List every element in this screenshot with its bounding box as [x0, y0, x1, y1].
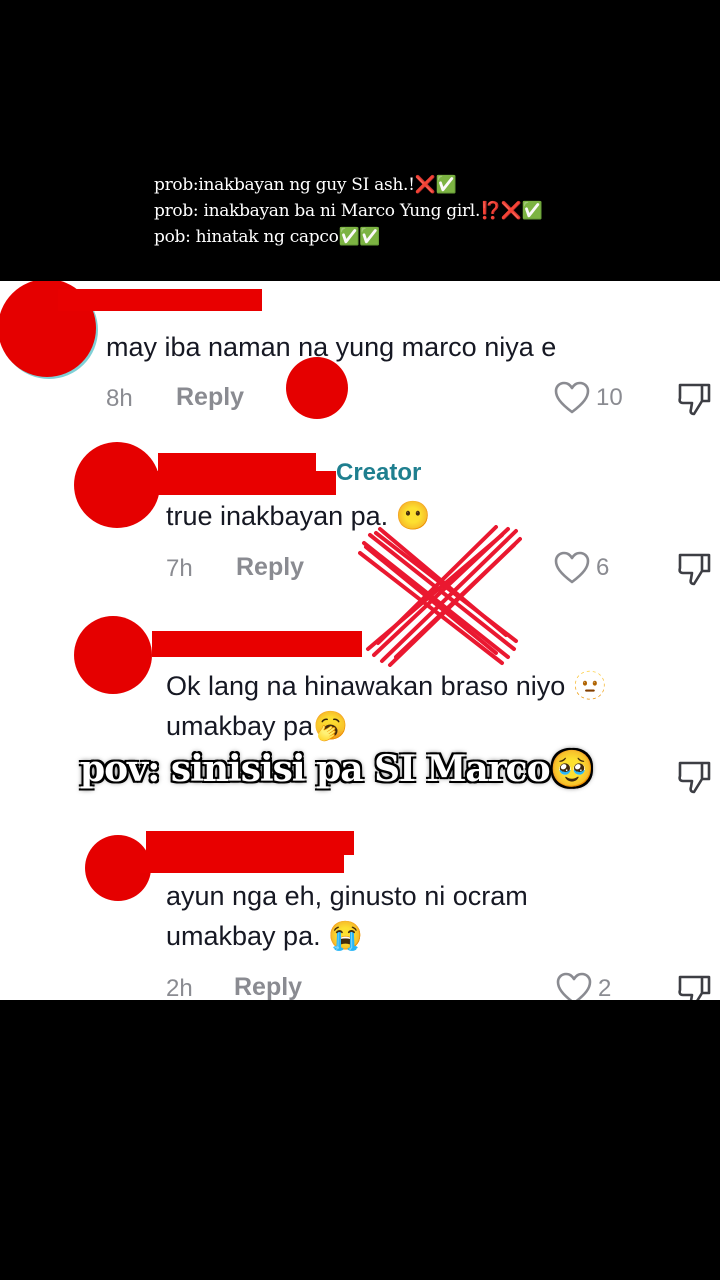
- username-redaction: [58, 289, 262, 311]
- like-count: 6: [596, 554, 610, 581]
- dislike-icon[interactable]: [676, 973, 712, 1000]
- emoji: 🫥: [572, 670, 608, 701]
- comment-text: Ok lang na hinawakan braso niyo 🫥: [166, 670, 608, 701]
- emoji: 🥱: [313, 710, 348, 741]
- like-button[interactable]: 10: [554, 381, 623, 415]
- comments-screenshot: may iba naman na yung marco niya e 8h Re…: [0, 281, 720, 1000]
- heart-icon: [556, 972, 592, 1000]
- video-caption: prob:inakbayan ng guy SI ash.!❌✅ prob: i…: [154, 172, 543, 250]
- comment-text: ayun nga eh, ginusto ni ocram: [166, 881, 528, 911]
- dislike-icon[interactable]: [676, 551, 712, 587]
- emoji: 😭: [328, 920, 363, 951]
- like-count: 2: [598, 975, 612, 1000]
- like-button[interactable]: 2: [556, 972, 611, 1000]
- avatar[interactable]: [74, 442, 160, 528]
- redaction-dot: [286, 357, 348, 419]
- reply-button[interactable]: Reply: [234, 973, 302, 1000]
- username-redaction: [140, 851, 344, 873]
- username-redaction: [152, 631, 362, 657]
- like-button[interactable]: 6: [554, 551, 609, 585]
- overlay-caption: pov: sinisisi pa SI Marco🥹: [80, 748, 594, 790]
- red-x-scribble: [358, 525, 522, 667]
- comment-time: 8h: [106, 385, 133, 412]
- dislike-icon[interactable]: [676, 381, 712, 417]
- avatar[interactable]: [74, 616, 152, 694]
- caption-line-1: prob:inakbayan ng guy SI ash.!❌✅: [154, 175, 457, 195]
- username-redaction: [150, 471, 336, 495]
- reply-button[interactable]: Reply: [236, 553, 304, 582]
- like-count: 10: [596, 384, 623, 411]
- reply-button[interactable]: Reply: [176, 383, 244, 412]
- heart-icon: [554, 551, 590, 584]
- comment-time: 7h: [166, 555, 193, 582]
- comment-time: 2h: [166, 975, 193, 1000]
- caption-line-3: pob: hinatak ng capco✅✅: [154, 227, 381, 247]
- comment-text: umakbay pa. 😭: [166, 920, 363, 951]
- caption-line-2: prob: inakbayan ba ni Marco Yung girl.⁉️…: [154, 201, 543, 221]
- creator-badge: Creator: [336, 459, 422, 486]
- comment-text: umakbay pa🥱: [166, 710, 348, 741]
- dislike-icon[interactable]: [676, 759, 712, 795]
- heart-icon: [554, 381, 590, 414]
